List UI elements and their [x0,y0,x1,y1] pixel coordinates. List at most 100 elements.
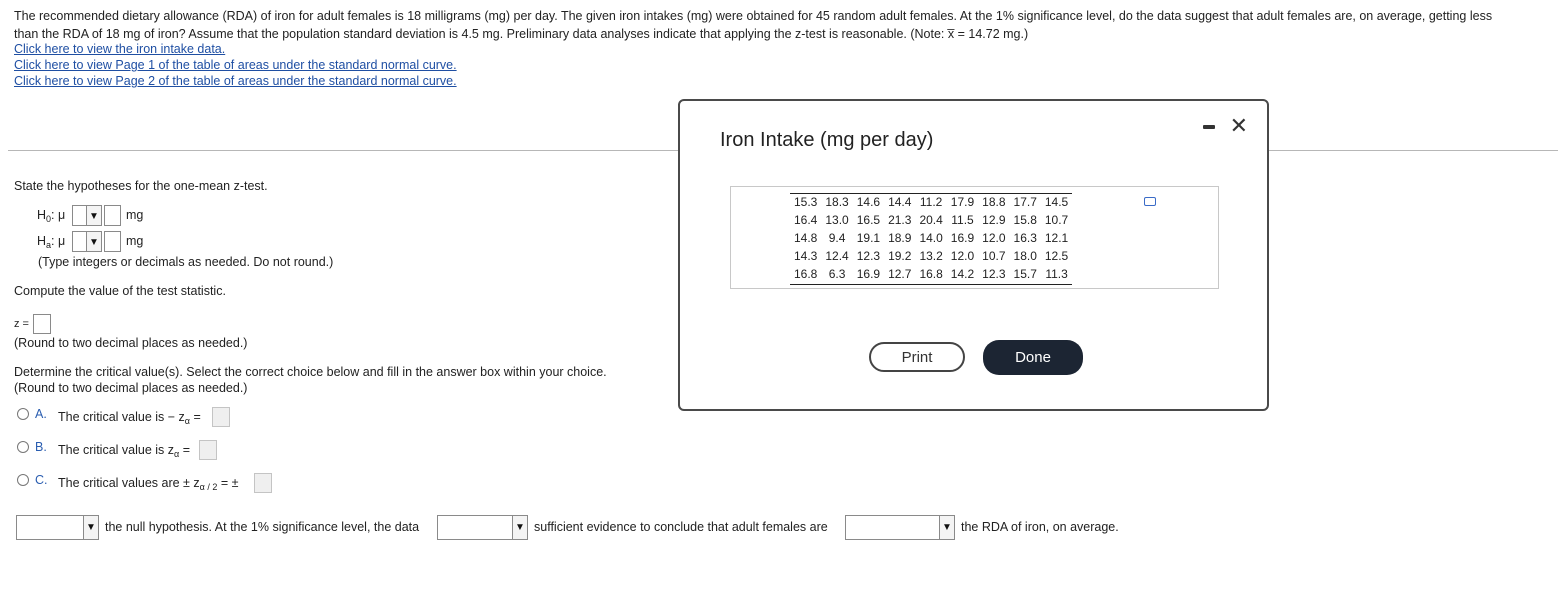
chevron-down-icon: ▼ [86,206,101,225]
table-cell: 14.0 [919,231,943,245]
evidence-select[interactable]: ▼ [437,515,528,540]
table-cell: 18.9 [888,231,912,245]
table-cell: 6.3 [828,267,846,281]
ha-value-input[interactable] [104,231,121,252]
table-cell: 9.4 [828,231,846,245]
table-cell: 19.2 [888,249,912,263]
problem-text-line1: The recommended dietary allowance (RDA) … [14,9,1493,23]
table-cell: 18.8 [982,195,1006,209]
table-cell: 18.3 [825,195,849,209]
table-cell: 10.7 [982,249,1006,263]
table-cell: 15.3 [794,195,818,209]
normal-table-page1-link[interactable]: Click here to view Page 1 of the table o… [14,57,457,73]
chevron-down-icon: ▼ [939,516,954,539]
table-cell: 16.8 [794,267,818,281]
choice-c-text: The critical values are ± zα / 2 = ± [58,476,239,492]
choice-b-input[interactable] [199,440,217,460]
table-cell: 16.3 [1013,231,1037,245]
close-icon[interactable]: ✕ [1230,113,1248,139]
iron-data-link[interactable]: Click here to view the iron intake data. [14,41,457,57]
minimize-icon[interactable] [1203,125,1215,129]
choice-b-text: The critical value is zα = [58,443,190,459]
conclusion-text-2: sufficient evidence to conclude that adu… [534,520,828,534]
chevron-down-icon: ▼ [86,232,101,251]
table-cell: 12.9 [982,213,1006,227]
modal-title: Iron Intake (mg per day) [720,129,934,151]
choice-c-letter: C. [35,473,48,487]
h0-label: H0: μ [37,208,66,224]
z-label: z = [14,318,29,330]
table-cell: 14.2 [950,267,975,281]
table-cell: 12.1 [1044,231,1069,245]
table-cell: 13.2 [919,249,943,263]
table-cell: 12.4 [825,249,849,263]
chevron-down-icon: ▼ [83,516,98,539]
table-cell: 14.6 [856,195,881,209]
data-table-frame: 15.3 18.3 14.6 14.4 11.2 17.9 18.8 17.7 14.5 16.4… [730,186,1219,289]
table-row: 16.4 13.0 16.5 21.3 20.4 11.5 12.9 15.8 10.7 [790,212,1072,230]
ha-label: Ha: μ [37,234,66,250]
table-cell: 14.5 [1044,195,1069,209]
table-cell: 10.7 [1044,213,1069,227]
ha-operator-select[interactable]: ▼ [72,231,102,252]
problem-statement: The recommended dietary allowance (RDA) … [14,7,1554,43]
ha-unit: mg [126,234,144,248]
test-statistic-prompt: Compute the value of the test statistic. [14,284,226,298]
done-button[interactable]: Done [983,340,1083,375]
table-cell: 15.7 [1013,267,1037,281]
iron-intake-table: 15.3 18.3 14.6 14.4 11.2 17.9 18.8 17.7 14.5 16.4… [790,193,1073,285]
table-cell: 16.9 [856,267,881,281]
table-cell: 16.5 [856,213,881,227]
copy-icon[interactable] [1144,197,1156,206]
table-row: 15.3 18.3 14.6 14.4 11.2 17.9 18.8 17.7 14.5 [790,194,1072,213]
hypotheses-note: (Type integers or decimals as needed. Do… [38,255,334,269]
table-cell: 20.4 [919,213,943,227]
normal-table-page2-link[interactable]: Click here to view Page 2 of the table o… [14,73,457,89]
table-cell: 16.8 [919,267,943,281]
print-button[interactable]: Print [869,342,965,372]
table-cell: 12.3 [982,267,1006,281]
table-cell: 14.8 [794,231,818,245]
choice-a-text: The critical value is − zα = [58,410,201,426]
table-cell: 14.4 [888,195,912,209]
table-row: 16.8 6.3 16.9 12.7 16.8 14.2 12.3 15.7 11.3 [790,266,1072,285]
h0-operator-select[interactable]: ▼ [72,205,102,226]
table-cell: 21.3 [888,213,912,227]
choice-a-letter: A. [35,407,47,421]
comparison-select[interactable]: ▼ [845,515,955,540]
choice-c-input[interactable] [254,473,272,493]
table-cell: 12.5 [1044,249,1069,263]
resource-links: Click here to view the iron intake data.… [14,41,457,89]
table-cell: 11.2 [919,195,943,209]
table-cell: 18.0 [1013,249,1037,263]
z-value-input[interactable] [33,314,51,334]
hypotheses-prompt: State the hypotheses for the one-mean z-… [14,179,268,193]
table-cell: 19.1 [856,231,881,245]
table-cell: 12.0 [982,231,1006,245]
choice-a-radio[interactable] [17,408,29,420]
reject-decision-select[interactable]: ▼ [16,515,99,540]
choice-c-radio[interactable] [17,474,29,486]
critical-prompt: Determine the critical value(s). Select … [14,365,607,379]
table-cell: 17.9 [950,195,975,209]
chevron-down-icon: ▼ [512,516,527,539]
h0-value-input[interactable] [104,205,121,226]
choice-a-input[interactable] [212,407,230,427]
table-cell: 12.3 [856,249,881,263]
table-cell: 12.0 [950,249,975,263]
table-row: 14.3 12.4 12.3 19.2 13.2 12.0 10.7 18.0 12.5 [790,248,1072,266]
test-statistic-note: (Round to two decimal places as needed.) [14,336,248,350]
table-cell: 15.8 [1013,213,1037,227]
table-cell: 12.7 [888,267,912,281]
table-cell: 11.5 [951,213,974,227]
conclusion-text-3: the RDA of iron, on average. [961,520,1119,534]
table-cell: 13.0 [825,213,849,227]
critical-note: (Round to two decimal places as needed.) [14,381,248,395]
choice-b-radio[interactable] [17,441,29,453]
iron-intake-modal: Iron Intake (mg per day) ✕ 15.3 18.3 14.6 1… [678,99,1269,411]
table-cell: 16.9 [950,231,975,245]
table-cell: 14.3 [794,249,818,263]
table-cell: 17.7 [1013,195,1037,209]
table-cell: 16.4 [794,213,818,227]
table-row: 14.8 9.4 19.1 18.9 14.0 16.9 12.0 16.3 12.1 [790,230,1072,248]
